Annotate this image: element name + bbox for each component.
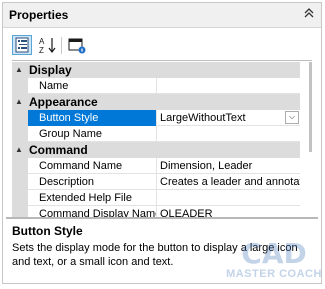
panel-titlebar: Properties xyxy=(3,3,321,28)
category-appearance[interactable]: ▲ Appearance xyxy=(12,94,300,110)
panel-title: Properties xyxy=(9,8,69,22)
properties-toolbar: A Z xyxy=(3,28,321,59)
toolbar-separator xyxy=(61,37,62,54)
property-row-name[interactable]: Name xyxy=(12,78,300,94)
property-row-button-style[interactable]: Button Style LargeWithoutText ⌵ xyxy=(12,110,300,126)
property-name: Description xyxy=(28,174,157,190)
properties-panel: Properties A Z ▲ Display Name ▲ Appearan… xyxy=(2,2,322,284)
property-row-description[interactable]: Description Creates a leader and annotat… xyxy=(12,174,300,190)
property-name: Name xyxy=(28,78,157,94)
category-display[interactable]: ▲ Display xyxy=(12,62,300,78)
help-pane: Button Style Sets the display mode for t… xyxy=(12,220,312,282)
property-row-command-name[interactable]: Command Name Dimension, Leader xyxy=(12,158,300,174)
property-name: Command Display Name xyxy=(28,206,157,217)
category-label: Display xyxy=(29,63,72,77)
categorized-list-icon xyxy=(15,37,29,53)
double-chevron-up-icon xyxy=(304,8,314,18)
svg-text:Z: Z xyxy=(39,46,44,55)
chevron-down-icon[interactable]: ⌵ xyxy=(285,111,299,124)
property-name: Command Name xyxy=(28,158,157,174)
property-name: Group Name xyxy=(28,126,157,142)
sort-az-icon: A Z xyxy=(39,37,56,55)
grid-scrollbar[interactable] xyxy=(309,62,312,152)
category-label: Appearance xyxy=(29,95,98,109)
svg-text:A: A xyxy=(39,37,45,46)
collapse-toggle-icon[interactable]: ▲ xyxy=(15,97,23,106)
category-label: Command xyxy=(29,143,88,157)
property-grid: ▲ Display Name ▲ Appearance Button Style… xyxy=(12,60,312,217)
button-style-select[interactable]: LargeWithoutText xyxy=(158,110,300,126)
property-value[interactable]: Dimension, Leader xyxy=(158,158,300,174)
property-value[interactable] xyxy=(158,126,300,142)
collapse-toggle-icon[interactable]: ▲ xyxy=(15,65,23,74)
property-name: Extended Help File xyxy=(28,190,157,206)
categorized-view-button[interactable] xyxy=(12,35,32,55)
alphabetical-view-button[interactable]: A Z xyxy=(38,35,58,55)
category-command[interactable]: ▲ Command xyxy=(12,142,300,158)
property-row-extended-help-file[interactable]: Extended Help File xyxy=(12,190,300,206)
property-value[interactable]: QLEADER xyxy=(158,206,300,217)
help-title: Button Style xyxy=(12,224,83,238)
property-pages-icon xyxy=(68,38,86,54)
collapse-toggle-icon[interactable]: ▲ xyxy=(15,145,23,154)
property-value[interactable] xyxy=(158,78,300,94)
property-name: Button Style xyxy=(28,110,157,126)
collapse-panel-button[interactable] xyxy=(301,7,317,23)
property-pages-button[interactable] xyxy=(67,35,87,55)
help-splitter[interactable] xyxy=(6,217,318,219)
property-value[interactable] xyxy=(158,190,300,206)
property-row-command-display-name[interactable]: Command Display Name QLEADER xyxy=(12,206,300,217)
help-description: Sets the display mode for the button to … xyxy=(12,242,298,268)
property-row-group-name[interactable]: Group Name xyxy=(12,126,300,142)
property-value[interactable]: Creates a leader and annotati xyxy=(158,174,300,190)
